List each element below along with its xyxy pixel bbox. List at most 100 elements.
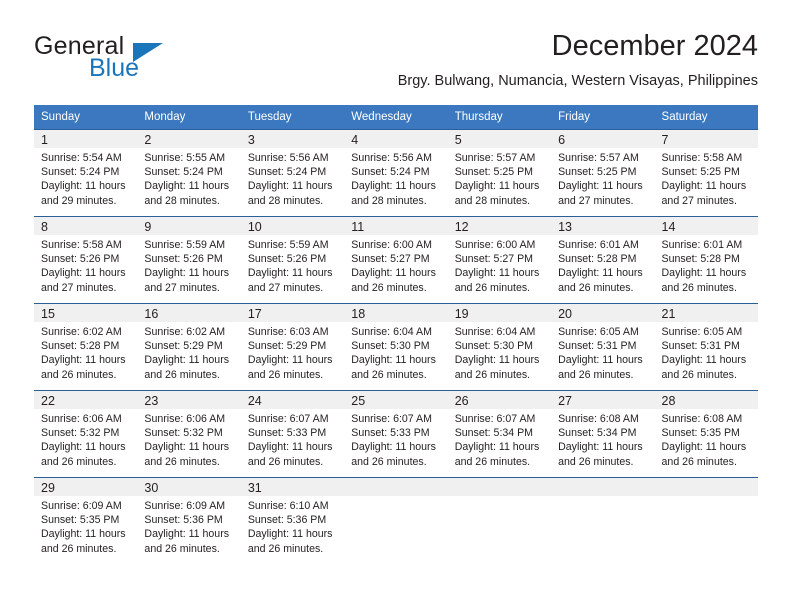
sunrise-text: Sunrise: 5:55 AM	[144, 152, 226, 164]
calendar-day-cell[interactable]: 5 Sunrise: 5:57 AM Sunset: 5:25 PM Daylight…	[447, 129, 552, 217]
sunset-text: Sunset: 5:26 PM	[144, 253, 223, 266]
weekday-header-monday: Monday	[137, 105, 241, 130]
sunset-text: Sunset: 5:36 PM	[247, 514, 327, 527]
day-details	[655, 496, 758, 499]
day-number: 31	[240, 478, 345, 496]
calendar-day-cell[interactable]: 17 Sunrise: 6:03 AM Sunset: 5:29 PM Dayligh…	[240, 303, 345, 391]
day-number: 29	[34, 478, 138, 496]
day-details: Sunrise: 6:05 AM Sunset: 5:31 PM Daylight:…	[551, 322, 654, 382]
sunset-text: Sunset: 5:33 PM	[351, 427, 430, 440]
day-details	[551, 496, 654, 499]
calendar-day-cell[interactable]: 3 Sunrise: 5:56 AM Sunset: 5:24 PM Daylight…	[240, 129, 345, 217]
calendar-day-cell[interactable]: 23 Sunrise: 6:06 AM Sunset: 5:32 PM Dayligh…	[137, 390, 241, 478]
sunset-text: Sunset: 5:31 PM	[661, 340, 740, 353]
day-number: 1	[34, 130, 138, 148]
calendar-empty-cell	[654, 477, 758, 564]
day-number: 12	[447, 217, 552, 235]
calendar-day-cell[interactable]: 9 Sunrise: 5:59 AM Sunset: 5:26 PM Daylight…	[137, 216, 241, 304]
sunset-text: Sunset: 5:24 PM	[144, 166, 223, 179]
day-details: Sunrise: 6:09 AM Sunset: 5:35 PM Daylight:…	[34, 496, 137, 556]
sunset-text: Sunset: 5:32 PM	[144, 427, 223, 440]
day-details: Sunrise: 6:09 AM Sunset: 5:36 PM Daylight:…	[137, 496, 240, 556]
weekday-header-tuesday: Tuesday	[240, 105, 345, 130]
calendar-empty-cell	[551, 477, 655, 564]
calendar-day-cell[interactable]: 19 Sunrise: 6:04 AM Sunset: 5:30 PM Dayligh…	[447, 303, 552, 391]
day-number: 7	[654, 130, 758, 148]
day-number: 24	[240, 391, 345, 409]
sunset-text: Sunset: 5:28 PM	[661, 253, 740, 266]
calendar-empty-cell	[447, 477, 552, 564]
daylight-text: Daylight: 11 hours and 26 minutes.	[661, 354, 747, 381]
calendar-day-cell[interactable]: 20 Sunrise: 6:05 AM Sunset: 5:31 PM Dayligh…	[551, 303, 655, 391]
day-details: Sunrise: 5:59 AM Sunset: 5:26 PM Daylight:…	[241, 235, 344, 295]
sunset-text: Sunset: 5:28 PM	[41, 340, 120, 353]
calendar-day-cell[interactable]: 13 Sunrise: 6:01 AM Sunset: 5:28 PM Dayligh…	[551, 216, 655, 304]
day-number: 18	[344, 304, 448, 322]
sunset-text: Sunset: 5:24 PM	[247, 166, 327, 179]
sunset-text: Sunset: 5:27 PM	[454, 253, 534, 266]
day-number: 2	[137, 130, 241, 148]
calendar-day-cell[interactable]: 25 Sunrise: 6:07 AM Sunset: 5:33 PM Dayligh…	[344, 390, 448, 478]
sunset-text: Sunset: 5:25 PM	[558, 166, 637, 179]
day-cell-inner: 30 Sunrise: 6:09 AM Sunset: 5:36 PM Dayligh…	[137, 478, 241, 564]
daylight-text: Daylight: 11 hours and 27 minutes.	[558, 180, 643, 207]
day-details: Sunrise: 5:54 AM Sunset: 5:24 PM Daylight:…	[34, 148, 137, 208]
weekday-header-saturday: Saturday	[654, 105, 758, 130]
calendar-day-cell[interactable]: 28 Sunrise: 6:08 AM Sunset: 5:35 PM Dayligh…	[654, 390, 758, 478]
sunset-text: Sunset: 5:25 PM	[661, 166, 740, 179]
calendar-day-cell[interactable]: 10 Sunrise: 5:59 AM Sunset: 5:26 PM Dayligh…	[240, 216, 345, 304]
day-number: 28	[654, 391, 758, 409]
calendar-day-cell[interactable]: 30 Sunrise: 6:09 AM Sunset: 5:36 PM Dayligh…	[137, 477, 241, 564]
sunrise-text: Sunrise: 5:57 AM	[558, 152, 639, 164]
sunset-text: Sunset: 5:24 PM	[41, 166, 120, 179]
calendar-day-cell[interactable]: 26 Sunrise: 6:07 AM Sunset: 5:34 PM Dayligh…	[447, 390, 552, 478]
daylight-text: Daylight: 11 hours and 28 minutes.	[351, 180, 436, 207]
daylight-text: Daylight: 11 hours and 26 minutes.	[558, 441, 643, 468]
day-number	[551, 478, 655, 496]
sunrise-text: Sunrise: 6:08 AM	[661, 413, 743, 425]
calendar-day-cell[interactable]: 24 Sunrise: 6:07 AM Sunset: 5:33 PM Dayligh…	[240, 390, 345, 478]
day-cell-inner: 13 Sunrise: 6:01 AM Sunset: 5:28 PM Dayligh…	[551, 217, 655, 303]
day-number: 21	[654, 304, 758, 322]
calendar-day-cell[interactable]: 11 Sunrise: 6:00 AM Sunset: 5:27 PM Dayligh…	[344, 216, 448, 304]
day-details: Sunrise: 6:03 AM Sunset: 5:29 PM Daylight:…	[241, 322, 344, 382]
daylight-text: Daylight: 11 hours and 28 minutes.	[144, 180, 230, 207]
day-number: 6	[551, 130, 655, 148]
calendar-day-cell[interactable]: 4 Sunrise: 5:56 AM Sunset: 5:24 PM Daylight…	[344, 129, 448, 217]
daylight-text: Daylight: 11 hours and 26 minutes.	[351, 441, 436, 468]
calendar-day-cell[interactable]: 2 Sunrise: 5:55 AM Sunset: 5:24 PM Daylight…	[137, 129, 241, 217]
day-details	[344, 496, 447, 499]
calendar-day-cell[interactable]: 27 Sunrise: 6:08 AM Sunset: 5:34 PM Dayligh…	[551, 390, 655, 478]
day-details: Sunrise: 6:04 AM Sunset: 5:30 PM Daylight:…	[344, 322, 447, 382]
day-number: 10	[240, 217, 345, 235]
title-block: December 2024 Brgy. Bulwang, Numancia, W…	[398, 28, 758, 92]
calendar-day-cell[interactable]: 7 Sunrise: 5:58 AM Sunset: 5:25 PM Daylight…	[654, 129, 758, 217]
calendar-day-cell[interactable]: 31 Sunrise: 6:10 AM Sunset: 5:36 PM Dayligh…	[240, 477, 345, 564]
day-number: 25	[344, 391, 448, 409]
calendar-day-cell[interactable]: 15 Sunrise: 6:02 AM Sunset: 5:28 PM Dayligh…	[34, 303, 138, 391]
calendar-day-cell[interactable]: 16 Sunrise: 6:02 AM Sunset: 5:29 PM Dayligh…	[137, 303, 241, 391]
daylight-text: Daylight: 11 hours and 28 minutes.	[454, 180, 540, 207]
day-details: Sunrise: 5:58 AM Sunset: 5:25 PM Daylight:…	[655, 148, 758, 208]
daylight-text: Daylight: 11 hours and 29 minutes.	[41, 180, 126, 207]
calendar-table: Sunday Monday Tuesday Wednesday Thursday…	[34, 105, 758, 564]
daylight-text: Daylight: 11 hours and 26 minutes.	[661, 267, 747, 294]
calendar-day-cell[interactable]: 22 Sunrise: 6:06 AM Sunset: 5:32 PM Dayligh…	[34, 390, 138, 478]
day-cell-inner: 12 Sunrise: 6:00 AM Sunset: 5:27 PM Dayligh…	[447, 217, 552, 303]
day-cell-inner: 2 Sunrise: 5:55 AM Sunset: 5:24 PM Daylight…	[137, 130, 241, 216]
calendar-day-cell[interactable]: 21 Sunrise: 6:05 AM Sunset: 5:31 PM Dayligh…	[654, 303, 758, 391]
logo-text-blue: Blue	[89, 54, 140, 82]
calendar-day-cell[interactable]: 8 Sunrise: 5:58 AM Sunset: 5:26 PM Daylight…	[34, 216, 138, 304]
calendar-day-cell[interactable]: 1 Sunrise: 5:54 AM Sunset: 5:24 PM Daylight…	[34, 129, 138, 217]
day-details: Sunrise: 6:07 AM Sunset: 5:33 PM Daylight:…	[241, 409, 344, 469]
day-cell-inner: 29 Sunrise: 6:09 AM Sunset: 5:35 PM Dayligh…	[34, 478, 138, 564]
calendar-day-cell[interactable]: 12 Sunrise: 6:00 AM Sunset: 5:27 PM Dayligh…	[447, 216, 552, 304]
calendar-day-cell[interactable]: 6 Sunrise: 5:57 AM Sunset: 5:25 PM Daylight…	[551, 129, 655, 217]
sunrise-text: Sunrise: 5:56 AM	[247, 152, 329, 164]
daylight-text: Daylight: 11 hours and 26 minutes.	[41, 528, 126, 555]
calendar-day-cell[interactable]: 29 Sunrise: 6:09 AM Sunset: 5:35 PM Dayligh…	[34, 477, 138, 564]
day-cell-inner: 16 Sunrise: 6:02 AM Sunset: 5:29 PM Dayligh…	[137, 304, 241, 390]
calendar-day-cell[interactable]: 18 Sunrise: 6:04 AM Sunset: 5:30 PM Dayligh…	[344, 303, 448, 391]
calendar-day-cell[interactable]: 14 Sunrise: 6:01 AM Sunset: 5:28 PM Dayligh…	[654, 216, 758, 304]
sunrise-text: Sunrise: 6:09 AM	[41, 500, 122, 512]
